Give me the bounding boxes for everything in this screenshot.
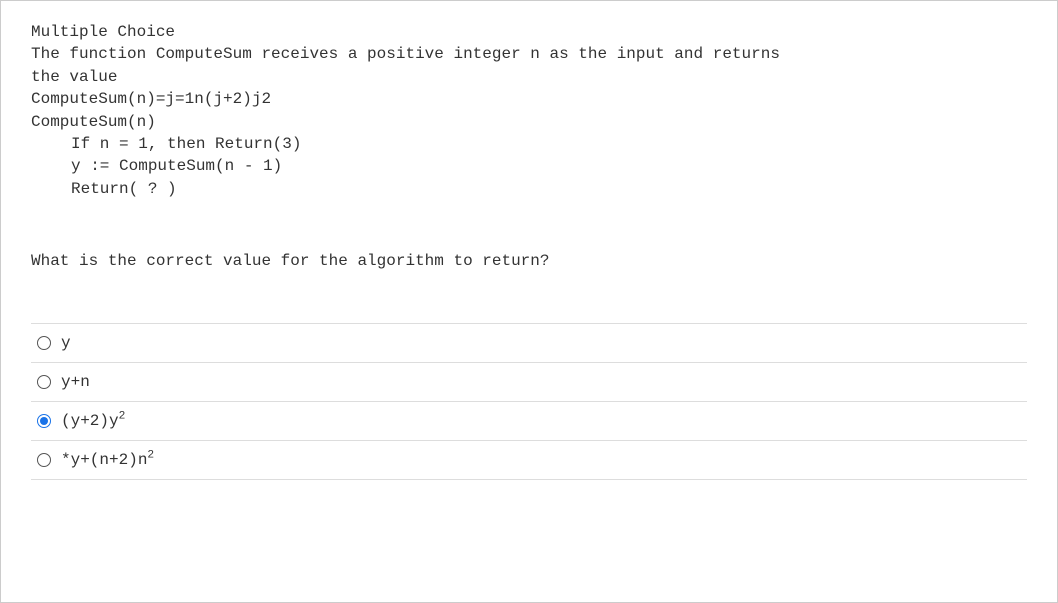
options-list: y y+n (y+2)y2 *y+(n+2)n2 [31, 323, 1027, 480]
radio-button[interactable] [37, 453, 51, 467]
option-label: y+n [61, 373, 90, 391]
option-row-0[interactable]: y [31, 324, 1027, 363]
question-line-indent: If n = 1, then Return(3) [31, 133, 1027, 155]
radio-button[interactable] [37, 375, 51, 389]
question-line: ComputeSum(n) [31, 111, 1027, 133]
option-label: *y+(n+2)n2 [61, 451, 154, 469]
radio-button[interactable] [37, 414, 51, 428]
question-line-indent: y := ComputeSum(n - 1) [31, 155, 1027, 177]
question-text: Multiple Choice The function ComputeSum … [31, 21, 1027, 273]
question-line: The function ComputeSum receives a posit… [31, 43, 1027, 65]
question-container: Multiple Choice The function ComputeSum … [0, 0, 1058, 603]
question-line: ComputeSum(n)=j=1n(j+2)j2 [31, 88, 1027, 110]
option-row-1[interactable]: y+n [31, 363, 1027, 402]
option-label: y [61, 334, 71, 352]
question-prompt: What is the correct value for the algori… [31, 250, 1027, 272]
option-row-3[interactable]: *y+(n+2)n2 [31, 441, 1027, 480]
question-line: the value [31, 66, 1027, 88]
option-label: (y+2)y2 [61, 412, 125, 430]
radio-button[interactable] [37, 336, 51, 350]
question-header: Multiple Choice [31, 21, 1027, 43]
option-row-2[interactable]: (y+2)y2 [31, 402, 1027, 441]
question-line-indent: Return( ? ) [31, 178, 1027, 200]
